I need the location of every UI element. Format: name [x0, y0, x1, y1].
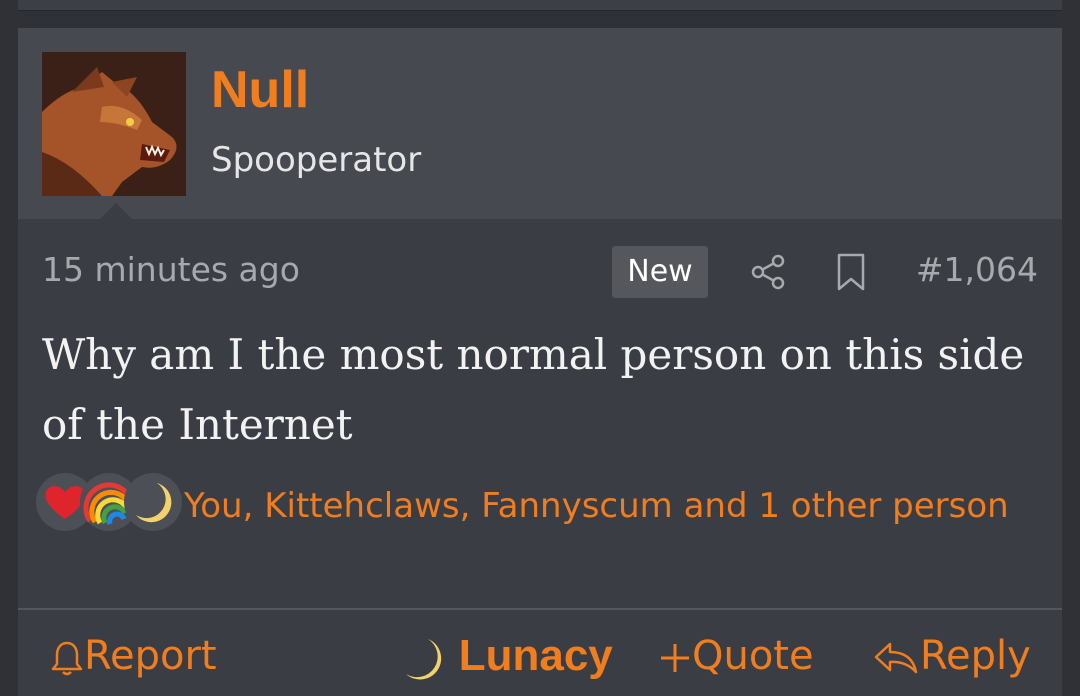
avatar[interactable] [42, 52, 186, 196]
reply-arrow-icon [874, 642, 918, 674]
reaction-icons[interactable] [36, 473, 186, 533]
share-icon[interactable] [748, 252, 788, 292]
quote-label: Quote [692, 633, 814, 679]
post-number[interactable]: #1,064 [916, 248, 1038, 292]
new-badge: New [612, 246, 708, 298]
reply-button[interactable]: Reply [872, 626, 1031, 686]
post-message: Why am I the most normal person on this … [42, 330, 1025, 449]
post-meta: 15 minutes ago New #1,064 [18, 246, 1062, 298]
username[interactable]: Null [211, 58, 309, 122]
bookmark-icon[interactable] [833, 252, 869, 292]
avatar-pointer [100, 203, 132, 219]
user-title: Spooperator [211, 140, 422, 180]
report-label: Report [84, 633, 217, 679]
post-timestamp[interactable]: 15 minutes ago [42, 248, 300, 292]
divider [18, 608, 1062, 610]
plus-icon [661, 644, 689, 672]
quote-button[interactable]: Quote [658, 626, 814, 686]
reply-label: Reply [920, 633, 1031, 679]
crescent-moon-icon [406, 639, 442, 680]
crescent-moon-icon [124, 473, 182, 531]
forum-post: Null Spooperator 15 minutes ago New #1,0… [18, 28, 1062, 696]
user-header: Null Spooperator [18, 28, 1062, 219]
post-actions: Report Lunacy Quote Reply [18, 626, 1062, 686]
previous-post-edge [18, 0, 1062, 11]
bell-icon [51, 641, 83, 676]
werewolf-avatar-icon [42, 52, 186, 196]
lunacy-button[interactable]: Lunacy [402, 626, 613, 686]
lunacy-label: Lunacy [458, 631, 613, 680]
reactions-summary[interactable]: You, Kittehclaws, Fannyscum and 1 other … [36, 479, 1036, 533]
report-button[interactable]: Report [50, 626, 217, 686]
